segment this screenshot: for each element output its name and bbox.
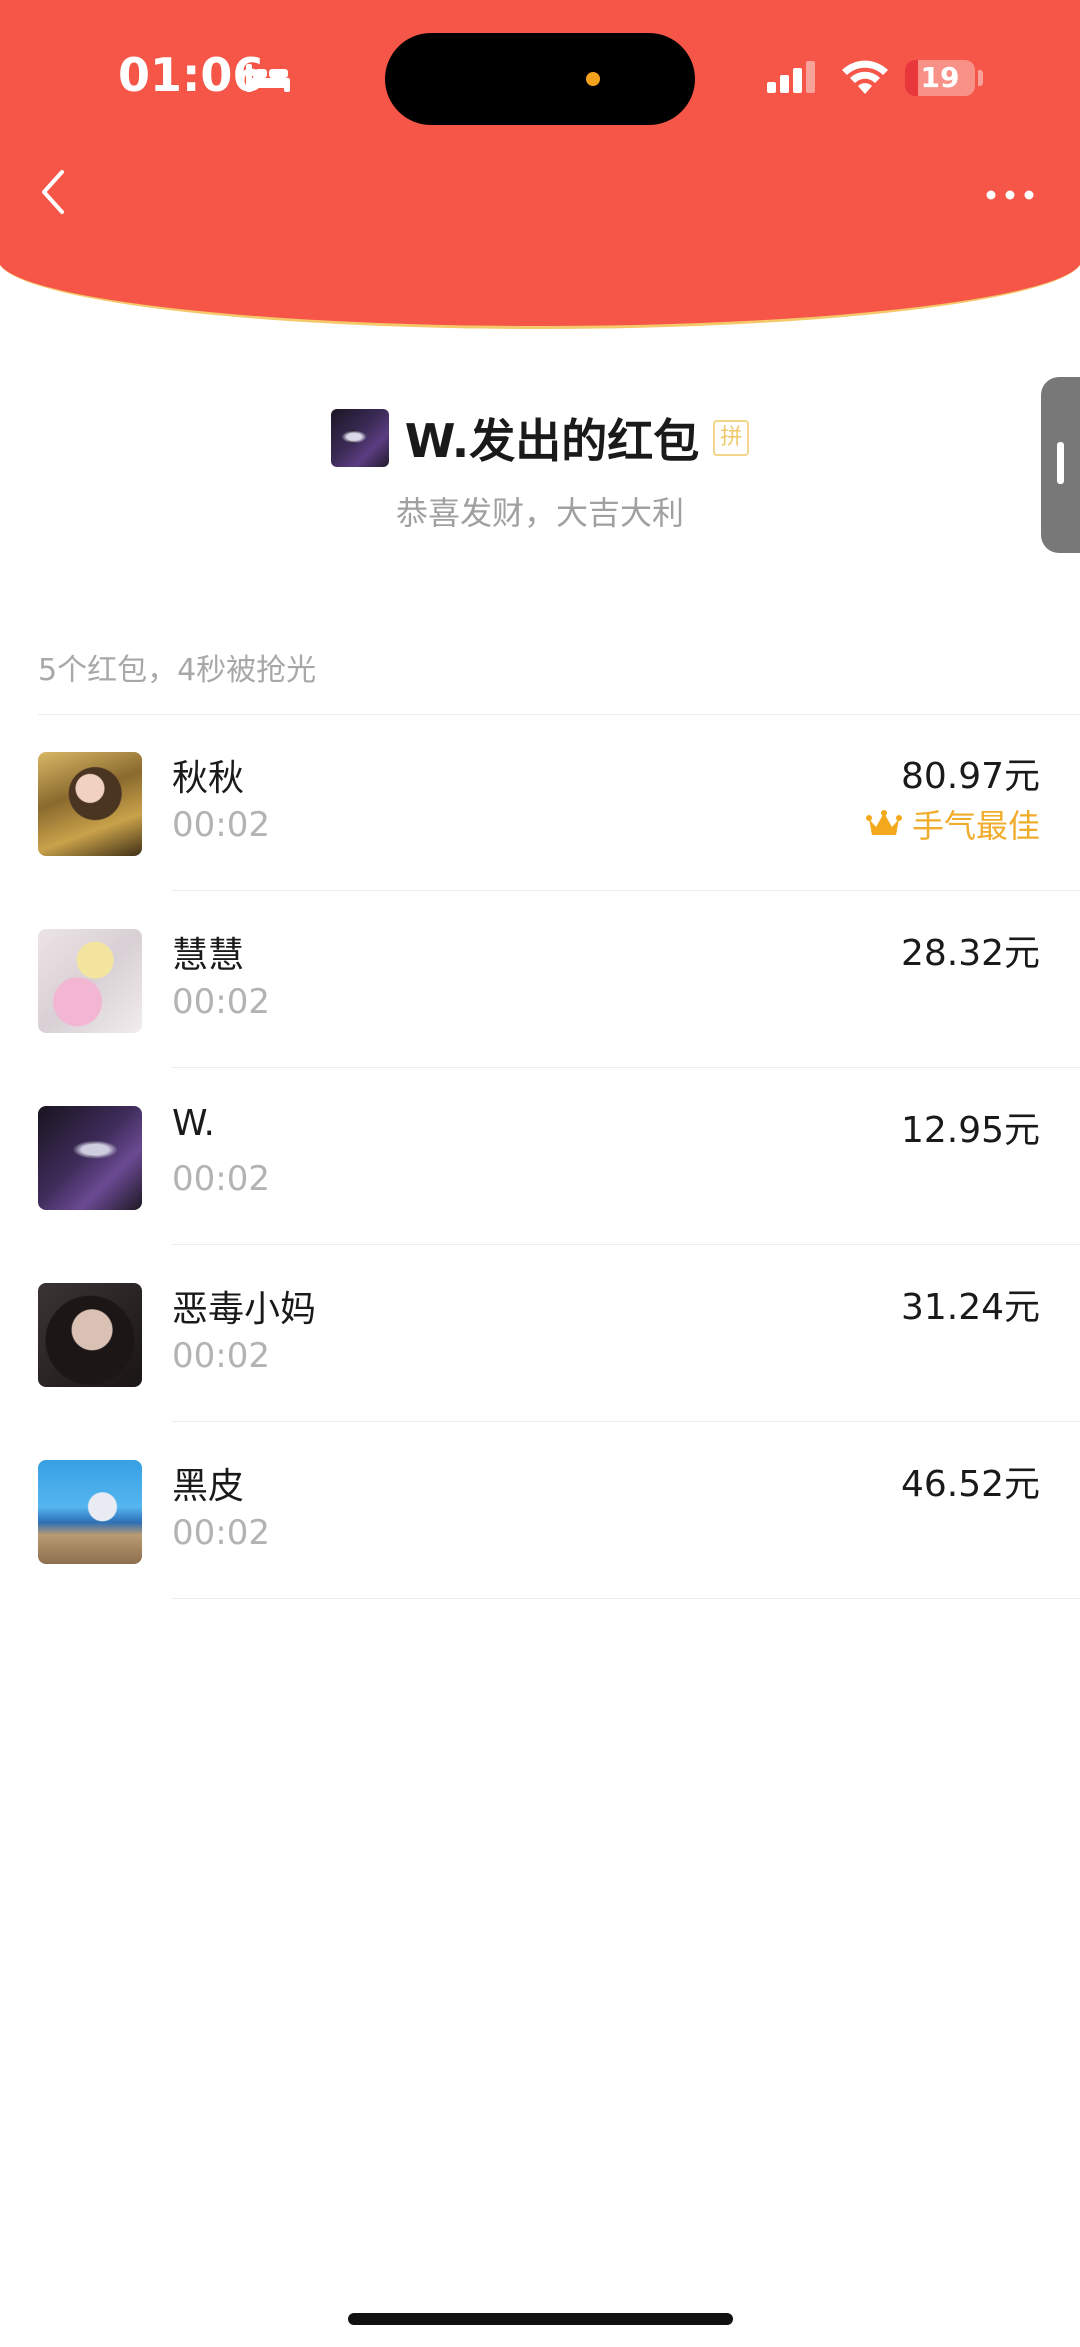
receiver-name: 秋秋 bbox=[172, 758, 245, 799]
receiver-name: 慧慧 bbox=[172, 935, 245, 976]
avatar[interactable] bbox=[38, 1460, 142, 1564]
avatar[interactable] bbox=[38, 1283, 142, 1387]
divider bbox=[172, 890, 1080, 891]
best-luck-badge: 手气最佳 bbox=[865, 801, 1040, 847]
more-icon[interactable] bbox=[985, 186, 1035, 205]
receiver-row[interactable]: 秋秋 00:02 80.97元 手气最佳 bbox=[0, 715, 1080, 891]
receive-amount: 46.52元 bbox=[900, 1464, 1040, 1505]
avatar[interactable] bbox=[38, 1106, 142, 1210]
camera-indicator-dot bbox=[586, 72, 600, 86]
dynamic-island bbox=[385, 33, 695, 125]
receive-time: 00:02 bbox=[172, 1159, 270, 1199]
divider bbox=[172, 1421, 1080, 1422]
packet-title-row: W.发出的红包 拼 bbox=[0, 405, 1080, 471]
receiver-name: 恶毒小妈 bbox=[172, 1289, 317, 1330]
bed-icon bbox=[244, 60, 292, 98]
battery-icon: 19 bbox=[905, 60, 975, 96]
chevron-left-icon[interactable] bbox=[38, 168, 68, 220]
packet-summary: 5个红包，4秒被抢光 bbox=[38, 653, 317, 688]
wifi-icon bbox=[840, 58, 890, 100]
sender-avatar[interactable] bbox=[330, 409, 389, 467]
receiver-name: W. bbox=[172, 1103, 215, 1144]
divider bbox=[172, 1244, 1080, 1245]
packet-title: W.发出的红包 bbox=[404, 414, 700, 468]
best-luck-label: 手气最佳 bbox=[911, 807, 1040, 845]
receive-amount: 80.97元 bbox=[900, 756, 1040, 797]
battery-level: 19 bbox=[920, 61, 960, 94]
avatar[interactable] bbox=[38, 752, 142, 856]
receive-amount: 28.32元 bbox=[900, 933, 1040, 974]
packet-wish: 恭喜发财，大吉大利 bbox=[395, 494, 684, 532]
receive-time: 00:02 bbox=[172, 1336, 270, 1376]
status-time: 01:06 bbox=[118, 48, 265, 102]
signal-icon bbox=[765, 60, 821, 98]
receiver-row[interactable]: W. 00:02 12.95元 bbox=[0, 1069, 1080, 1245]
receive-amount: 31.24元 bbox=[900, 1287, 1040, 1328]
avatar[interactable] bbox=[38, 929, 142, 1033]
crown-icon bbox=[865, 810, 902, 835]
receiver-row[interactable]: 黑皮 00:02 46.52元 bbox=[0, 1423, 1080, 1599]
receive-amount: 12.95元 bbox=[900, 1110, 1040, 1151]
divider bbox=[172, 1067, 1080, 1068]
home-indicator[interactable] bbox=[348, 2313, 733, 2325]
battery-tip bbox=[978, 70, 983, 86]
receive-time: 00:02 bbox=[172, 982, 270, 1022]
receiver-name: 黑皮 bbox=[172, 1466, 245, 1507]
receiver-row[interactable]: 恶毒小妈 00:02 31.24元 bbox=[0, 1246, 1080, 1422]
divider bbox=[172, 1598, 1080, 1599]
receive-time: 00:02 bbox=[172, 805, 270, 845]
receive-time: 00:02 bbox=[172, 1513, 270, 1553]
pin-tag: 拼 bbox=[713, 420, 750, 456]
receiver-row[interactable]: 慧慧 00:02 28.32元 bbox=[0, 892, 1080, 1068]
